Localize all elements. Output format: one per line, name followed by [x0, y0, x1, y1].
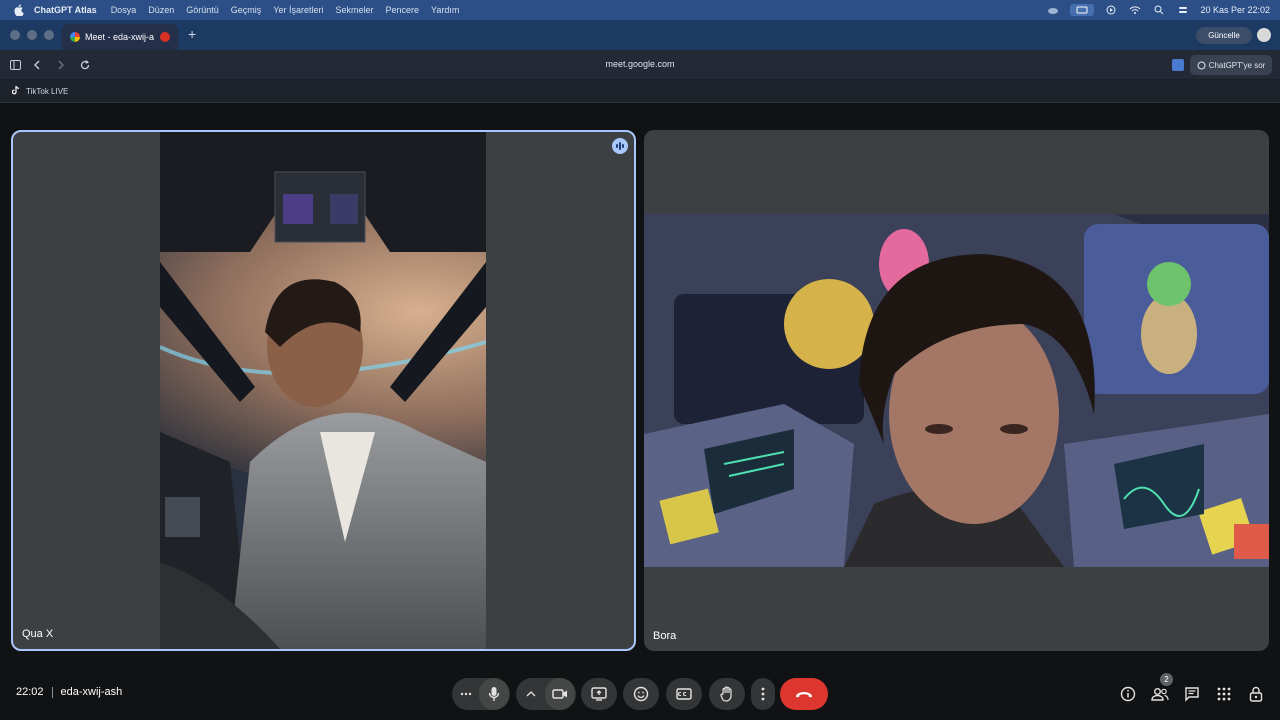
video-control-group: [516, 678, 576, 710]
meet-favicon-icon: [70, 32, 80, 42]
tab-meet[interactable]: Meet - eda-xwij-a: [62, 24, 178, 50]
apple-icon[interactable]: [12, 3, 26, 17]
back-icon[interactable]: [30, 58, 44, 72]
cloud-icon[interactable]: [1046, 4, 1060, 16]
new-tab-button[interactable]: +: [188, 26, 196, 42]
recording-indicator-icon[interactable]: [160, 32, 170, 42]
camera-icon: [552, 689, 567, 699]
hang-up-icon: [796, 692, 812, 698]
participant-video-bora: [644, 214, 1269, 567]
lock-person-icon: [1249, 686, 1263, 702]
menu-edit[interactable]: Düzen: [148, 5, 174, 15]
more-options-button[interactable]: [751, 678, 775, 710]
microphone-icon: [488, 687, 500, 701]
microphone-button[interactable]: [479, 678, 509, 710]
participant-name: Qua X: [22, 628, 54, 640]
meeting-info: 22:02 eda-xwij-ash: [16, 686, 122, 698]
ask-chatgpt-label: ChatGPT'ye sor: [1208, 60, 1266, 70]
apps-grid-icon: [1217, 687, 1231, 701]
menu-bar: ChatGPT Atlas Dosya Düzen Görüntü Geçmiş…: [0, 0, 1280, 20]
chat-icon: [1185, 687, 1199, 702]
participant-tile-qua[interactable]: Qua X: [11, 130, 636, 651]
sidebar-toggle-icon[interactable]: [8, 58, 22, 72]
host-controls-button[interactable]: [1247, 685, 1265, 703]
app-name[interactable]: ChatGPT Atlas: [34, 5, 97, 15]
bookmarks-bar: TikTok LIVE: [0, 80, 1280, 103]
menu-file[interactable]: Dosya: [111, 5, 137, 15]
chat-button[interactable]: [1183, 685, 1201, 703]
reload-icon[interactable]: [78, 58, 92, 72]
captions-icon: [676, 688, 692, 700]
address-bar: meet.google.com ChatGPT'ye sor: [0, 50, 1280, 80]
speaking-indicator-icon: [612, 138, 628, 154]
participant-count-badge: 2: [1160, 673, 1173, 686]
participant-tile-bora[interactable]: Bora: [644, 130, 1269, 651]
tiktok-icon: [11, 85, 20, 97]
leave-call-button[interactable]: [780, 678, 828, 710]
bookmark-tiktok-live[interactable]: TikTok LIVE: [26, 87, 68, 96]
present-screen-button[interactable]: [581, 678, 617, 710]
meeting-details-button[interactable]: [1119, 685, 1137, 703]
tab-title: Meet - eda-xwij-a: [85, 32, 155, 42]
window-controls: [10, 30, 54, 40]
menu-tabs[interactable]: Sekmeler: [335, 5, 373, 15]
meeting-code: eda-xwij-ash: [60, 686, 123, 698]
screen-share-status-icon[interactable]: [1070, 4, 1095, 16]
menu-help[interactable]: Yardım: [431, 5, 459, 15]
meeting-time: 22:02: [16, 686, 44, 698]
menu-view[interactable]: Görüntü: [186, 5, 219, 15]
update-button[interactable]: Güncelle: [1196, 27, 1252, 44]
forward-icon[interactable]: [54, 58, 68, 72]
divider: [51, 686, 53, 698]
play-icon[interactable]: [1104, 4, 1118, 16]
chatgpt-icon: [1197, 61, 1206, 69]
profile-avatar[interactable]: [1257, 28, 1271, 42]
present-screen-icon: [591, 687, 607, 701]
audio-options-icon[interactable]: [453, 692, 479, 696]
raise-hand-icon: [720, 686, 732, 702]
menu-bookmarks[interactable]: Yer İşaretleri: [273, 5, 323, 15]
emoji-icon: [633, 686, 649, 702]
menu-window[interactable]: Pencere: [385, 5, 419, 15]
control-center-icon[interactable]: [1176, 4, 1190, 16]
info-icon: [1120, 686, 1136, 702]
more-vertical-icon: [761, 687, 765, 701]
url-field[interactable]: meet.google.com: [540, 59, 740, 69]
people-button[interactable]: 2: [1151, 673, 1173, 703]
ask-chatgpt-button[interactable]: ChatGPT'ye sor: [1190, 55, 1272, 75]
people-icon: [1151, 688, 1169, 701]
reactions-button[interactable]: [623, 678, 659, 710]
minimize-window-button[interactable]: [27, 30, 37, 40]
participant-name: Bora: [653, 630, 677, 642]
raise-hand-button[interactable]: [709, 678, 745, 710]
participant-video-qua: [160, 132, 486, 649]
wifi-icon[interactable]: [1128, 4, 1142, 16]
menubar-clock[interactable]: 20 Kas Per 22:02: [1200, 5, 1270, 15]
video-options-icon[interactable]: [517, 691, 545, 697]
activities-button[interactable]: [1215, 685, 1233, 703]
tab-bar: Meet - eda-xwij-a + Güncelle: [0, 20, 1280, 50]
menu-history[interactable]: Geçmiş: [231, 5, 262, 15]
meeting-controls-bar: 22:02 eda-xwij-ash 2: [0, 668, 1280, 720]
meeting-stage: Qua X Bora: [0, 104, 1280, 720]
audio-control-group: [452, 678, 510, 710]
close-window-button[interactable]: [10, 30, 20, 40]
camera-button[interactable]: [545, 678, 575, 710]
search-icon[interactable]: [1152, 4, 1166, 16]
translate-icon[interactable]: [1172, 59, 1184, 71]
captions-button[interactable]: [666, 678, 702, 710]
zoom-window-button[interactable]: [44, 30, 54, 40]
